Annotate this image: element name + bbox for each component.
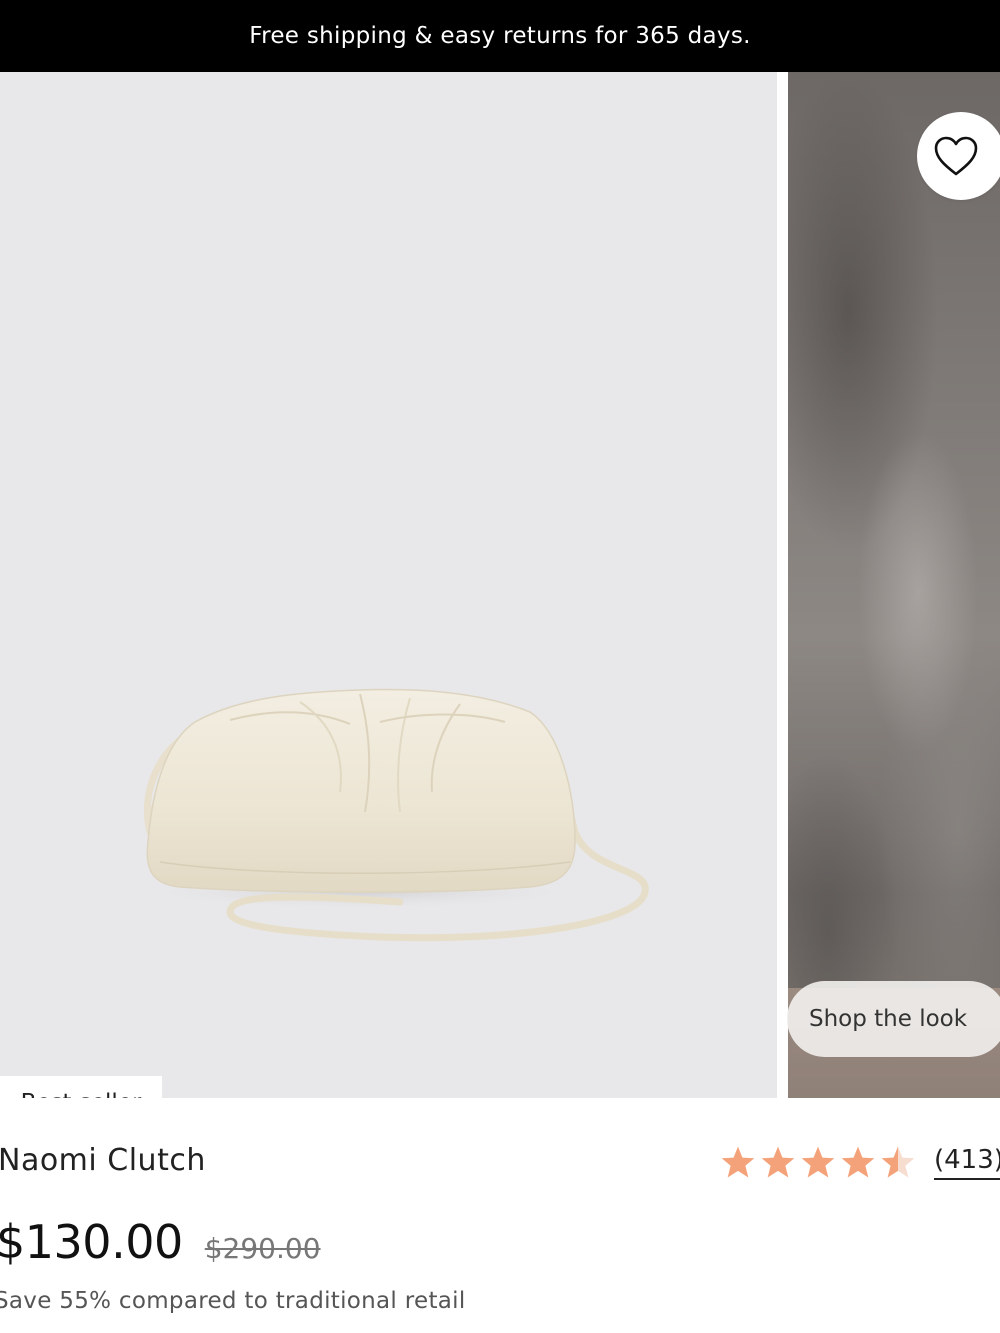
shop-the-look-button[interactable]: Shop the look [787, 981, 1000, 1057]
product-image-main[interactable]: Best seller [0, 72, 777, 1098]
savings-text: Save 55% compared to traditional retail [0, 1288, 466, 1314]
product-image-gallery[interactable]: Best seller Shop the look [0, 72, 1000, 1098]
heart-outline-icon [934, 136, 978, 176]
star-full-icon [841, 1146, 875, 1178]
review-count-link[interactable]: (413) [934, 1144, 1000, 1180]
best-seller-label: Best seller [21, 1090, 142, 1098]
product-title: Naomi Clutch [0, 1143, 206, 1178]
product-image-lifestyle[interactable] [788, 72, 1000, 1098]
compare-at-price: $290.00 [204, 1232, 321, 1265]
promo-bar: Free shipping & easy returns for 365 day… [0, 0, 1000, 72]
star-full-icon [801, 1146, 835, 1178]
star-full-icon [761, 1146, 795, 1178]
price-row: $130.00 $290.00 [0, 1215, 321, 1269]
promo-text: Free shipping & easy returns for 365 day… [249, 23, 751, 49]
shop-the-look-label: Shop the look [809, 1006, 968, 1032]
best-seller-badge: Best seller [0, 1076, 162, 1098]
product-rating[interactable]: (413) [720, 1144, 1000, 1180]
sale-price: $130.00 [0, 1215, 183, 1269]
star-full-icon [721, 1146, 755, 1178]
star-half-icon [881, 1146, 915, 1178]
clutch-bag-image [130, 688, 649, 942]
star-rating [720, 1145, 916, 1179]
wishlist-button[interactable] [917, 112, 1000, 200]
